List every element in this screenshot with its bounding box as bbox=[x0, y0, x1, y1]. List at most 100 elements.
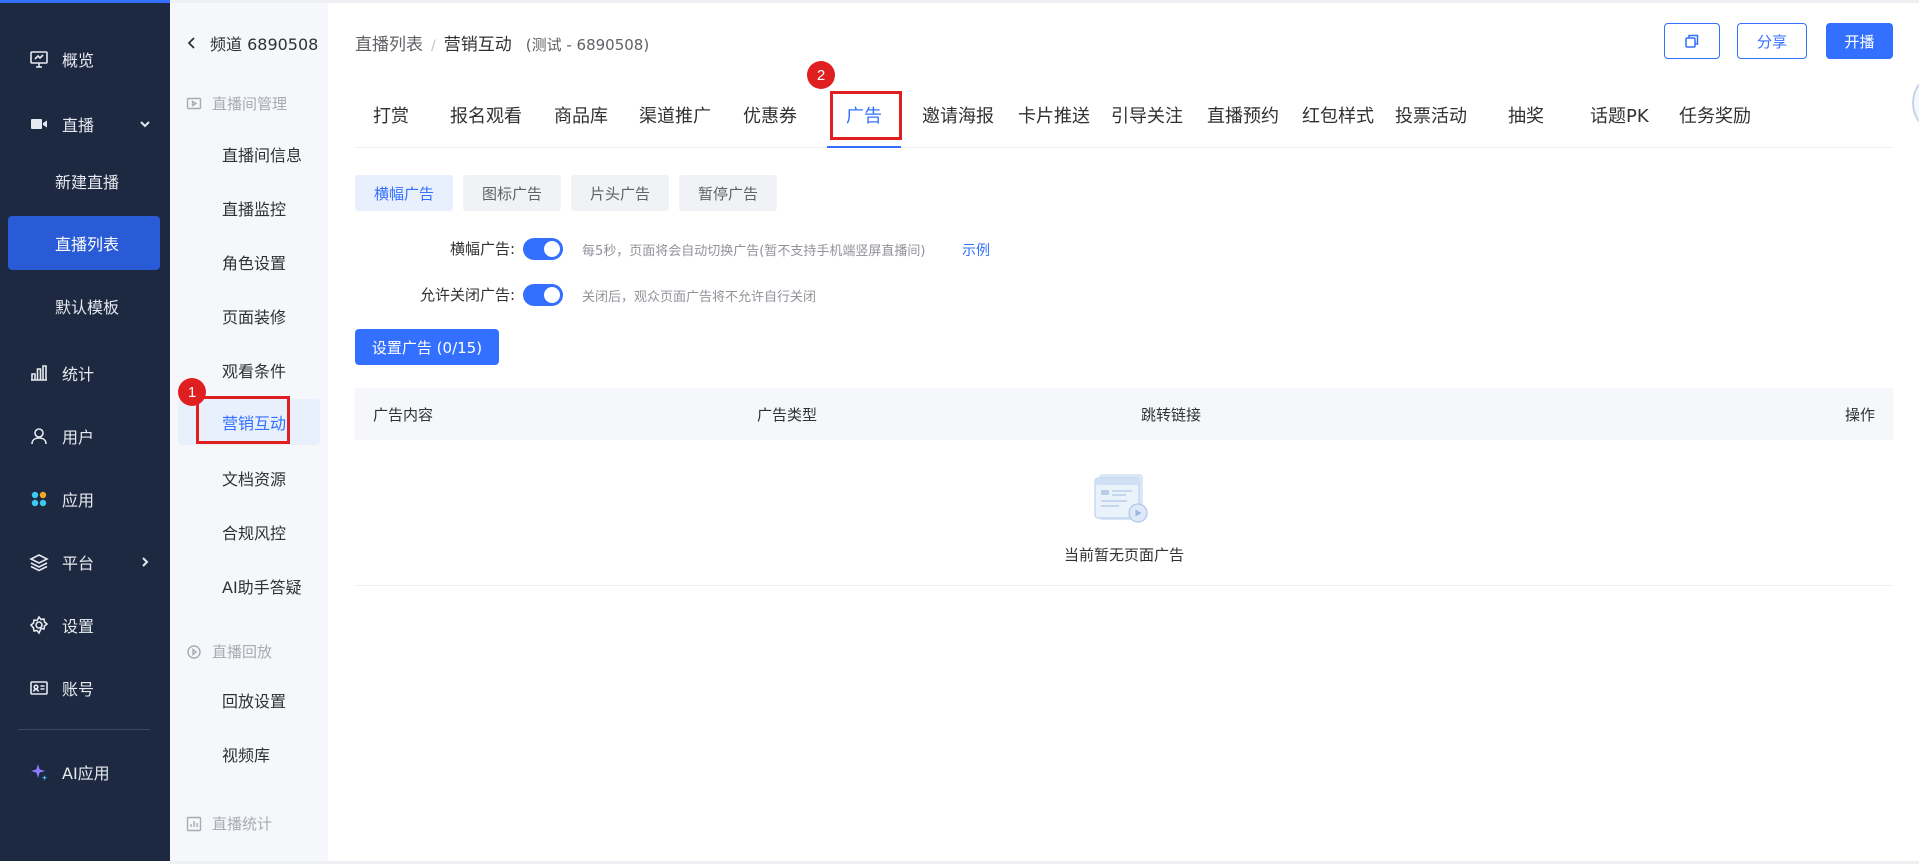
ad-type-opening[interactable]: 片头广告 bbox=[571, 175, 669, 211]
apps-icon bbox=[28, 488, 50, 510]
nav-item-overview[interactable]: 概览 bbox=[0, 31, 170, 87]
ad-type-icon[interactable]: 图标广告 bbox=[463, 175, 561, 211]
nav-item-label: 平台 bbox=[62, 554, 95, 573]
empty-page-icon bbox=[1094, 474, 1148, 523]
nav-item-label: 用户 bbox=[62, 428, 95, 447]
bar-chart-icon bbox=[28, 362, 50, 384]
annotation-badge-2: 2 bbox=[807, 61, 835, 89]
annotation-box-1 bbox=[196, 396, 290, 444]
set-ad-button[interactable]: 设置广告 (0/15) bbox=[355, 329, 499, 365]
breadcrumb-current: 营销互动 bbox=[443, 35, 512, 55]
nav-item-label: 应用 bbox=[62, 491, 95, 510]
user-icon bbox=[28, 425, 50, 447]
ad-table-header: 广告内容 广告类型 跳转链接 操作 bbox=[355, 388, 1893, 440]
ad-type-pause[interactable]: 暂停广告 bbox=[679, 175, 777, 211]
nav-item-label: 概览 bbox=[62, 51, 95, 70]
id-card-icon bbox=[28, 677, 50, 699]
screen-play-icon bbox=[186, 97, 202, 109]
tab-topic-pk[interactable]: 话题PK bbox=[1590, 102, 1649, 128]
ad-type-banner[interactable]: 横幅广告 bbox=[355, 175, 453, 211]
nav-item-label: AI应用 bbox=[62, 764, 110, 783]
group-live-stats: 直播统计 bbox=[186, 813, 272, 834]
tab-live-booking[interactable]: 直播预约 bbox=[1207, 102, 1279, 128]
banner-ad-toggle[interactable] bbox=[523, 238, 563, 260]
column-actions: 操作 bbox=[1844, 406, 1875, 424]
tab-lottery[interactable]: 抽奖 bbox=[1508, 102, 1544, 128]
banner-ad-hint: 每5秒，页面将会自动切换广告(暂不支持手机端竖屏直播间) bbox=[582, 244, 926, 259]
menu-live-monitor[interactable]: 直播监控 bbox=[178, 185, 320, 231]
replay-icon bbox=[187, 644, 201, 659]
tab-signup-watch[interactable]: 报名观看 bbox=[450, 102, 522, 128]
floating-avatar[interactable] bbox=[1912, 80, 1919, 126]
breadcrumb: 直播列表 / 营销互动 (测试 - 6890508) bbox=[355, 30, 649, 55]
banner-ad-label: 横幅广告: bbox=[449, 240, 515, 258]
group-label: 直播回放 bbox=[212, 643, 273, 661]
nav-item-apps[interactable]: 应用 bbox=[0, 471, 170, 527]
tab-follow-guide[interactable]: 引导关注 bbox=[1111, 102, 1183, 128]
tab-product-library[interactable]: 商品库 bbox=[554, 102, 608, 128]
nav-item-label: 设置 bbox=[62, 617, 95, 636]
column-ad-type: 广告类型 bbox=[757, 406, 818, 424]
group-label: 直播间管理 bbox=[212, 95, 288, 113]
top-border bbox=[170, 0, 1919, 3]
layers-icon bbox=[28, 551, 50, 573]
channel-subtitle: (测试 - 6890508) bbox=[525, 36, 650, 54]
tab-voting[interactable]: 投票活动 bbox=[1395, 102, 1467, 128]
nav-item-label: 账号 bbox=[62, 680, 95, 699]
chevron-down-icon bbox=[140, 121, 150, 128]
copy-button[interactable] bbox=[1664, 23, 1720, 59]
chevron-left-icon bbox=[187, 37, 195, 49]
breadcrumb-separator: / bbox=[431, 38, 436, 54]
nav-sub-new-live[interactable]: 新建直播 bbox=[0, 154, 170, 208]
nav-item-ai-apps[interactable]: AI应用 bbox=[0, 744, 170, 800]
menu-compliance[interactable]: 合规风控 bbox=[178, 509, 320, 555]
nav-divider bbox=[18, 729, 150, 730]
start-live-button[interactable]: 开播 bbox=[1826, 23, 1893, 59]
monitor-icon bbox=[28, 48, 50, 70]
allow-close-toggle[interactable] bbox=[523, 284, 563, 306]
tab-reward[interactable]: 打赏 bbox=[373, 102, 409, 128]
menu-room-info[interactable]: 直播间信息 bbox=[178, 131, 320, 177]
nav-sub-live-list[interactable]: 直播列表 bbox=[8, 216, 160, 270]
empty-message: 当前暂无页面广告 bbox=[1063, 546, 1184, 564]
chevron-right-icon bbox=[142, 557, 149, 567]
tab-active-indicator bbox=[827, 146, 901, 148]
menu-role-settings[interactable]: 角色设置 bbox=[178, 239, 320, 285]
ad-table-empty-state: 当前暂无页面广告 bbox=[355, 440, 1893, 586]
primary-sidebar: 概览 直播 新建直播 直播列表 默认模板 统计 用户 应用 平台 设置 账号 A… bbox=[0, 3, 170, 861]
video-icon bbox=[28, 113, 50, 135]
group-playback: 直播回放 bbox=[186, 641, 272, 662]
menu-ai-assistant[interactable]: AI助手答疑 bbox=[178, 563, 320, 609]
tab-coupons[interactable]: 优惠券 bbox=[743, 102, 797, 128]
sparkle-icon bbox=[28, 761, 50, 783]
tab-task-rewards[interactable]: 任务奖励 bbox=[1679, 102, 1751, 128]
annotation-badge-1: 1 bbox=[178, 378, 206, 406]
menu-playback-settings[interactable]: 回放设置 bbox=[178, 677, 320, 723]
allow-close-hint: 关闭后，观众页面广告将不允许自行关闭 bbox=[582, 290, 817, 305]
nav-item-account[interactable]: 账号 bbox=[0, 660, 170, 716]
allow-close-label: 允许关闭广告: bbox=[419, 286, 515, 304]
tab-red-packet-style[interactable]: 红包样式 bbox=[1302, 102, 1374, 128]
chart-icon bbox=[186, 816, 202, 831]
column-jump-link: 跳转链接 bbox=[1141, 406, 1202, 424]
share-button[interactable]: 分享 bbox=[1737, 23, 1807, 59]
column-ad-content: 广告内容 bbox=[373, 406, 434, 424]
nav-sub-default-template[interactable]: 默认模板 bbox=[0, 279, 170, 333]
nav-item-users[interactable]: 用户 bbox=[0, 408, 170, 464]
nav-item-stats[interactable]: 统计 bbox=[0, 345, 170, 401]
nav-item-platform[interactable]: 平台 bbox=[0, 534, 170, 590]
tab-card-push[interactable]: 卡片推送 bbox=[1018, 102, 1090, 128]
group-room-management: 直播间管理 bbox=[186, 93, 287, 114]
menu-document-resources[interactable]: 文档资源 bbox=[178, 455, 320, 501]
group-label: 直播统计 bbox=[212, 815, 273, 833]
tab-invite-poster[interactable]: 邀请海报 bbox=[922, 102, 994, 128]
nav-item-live[interactable]: 直播 bbox=[0, 96, 170, 152]
nav-item-settings[interactable]: 设置 bbox=[0, 597, 170, 653]
menu-page-decoration[interactable]: 页面装修 bbox=[178, 293, 320, 339]
breadcrumb-live-list[interactable]: 直播列表 bbox=[355, 30, 423, 55]
menu-video-library[interactable]: 视频库 bbox=[178, 731, 320, 777]
example-link[interactable]: 示例 bbox=[962, 240, 990, 260]
channel-back-button[interactable]: 频道 6890508 bbox=[184, 31, 318, 55]
tab-channel-promotion[interactable]: 渠道推广 bbox=[639, 102, 711, 128]
gear-icon bbox=[28, 614, 50, 636]
